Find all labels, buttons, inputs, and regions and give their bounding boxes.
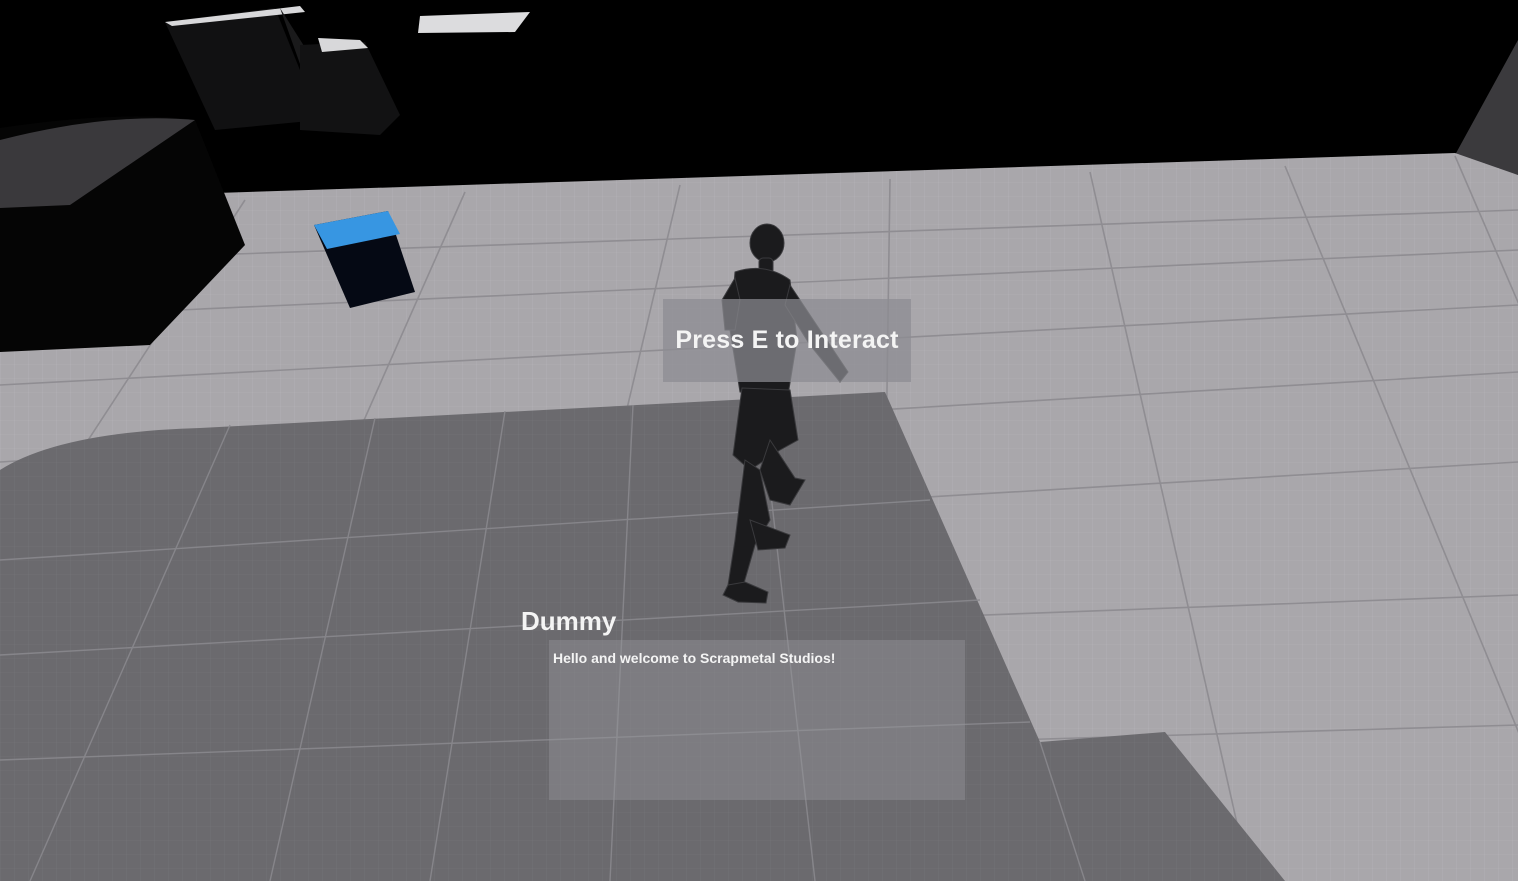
game-viewport[interactable]: Press E to Interact Dummy Hello and welc… — [0, 0, 1518, 881]
interact-prompt: Press E to Interact — [663, 299, 911, 382]
interact-prompt-text: Press E to Interact — [675, 326, 899, 354]
dialogue-speaker-name: Dummy — [521, 606, 617, 636]
dialogue-text: Hello and welcome to Scrapmetal Studios! — [553, 650, 836, 666]
dialogue-box[interactable]: Hello and welcome to Scrapmetal Studios! — [549, 640, 965, 800]
